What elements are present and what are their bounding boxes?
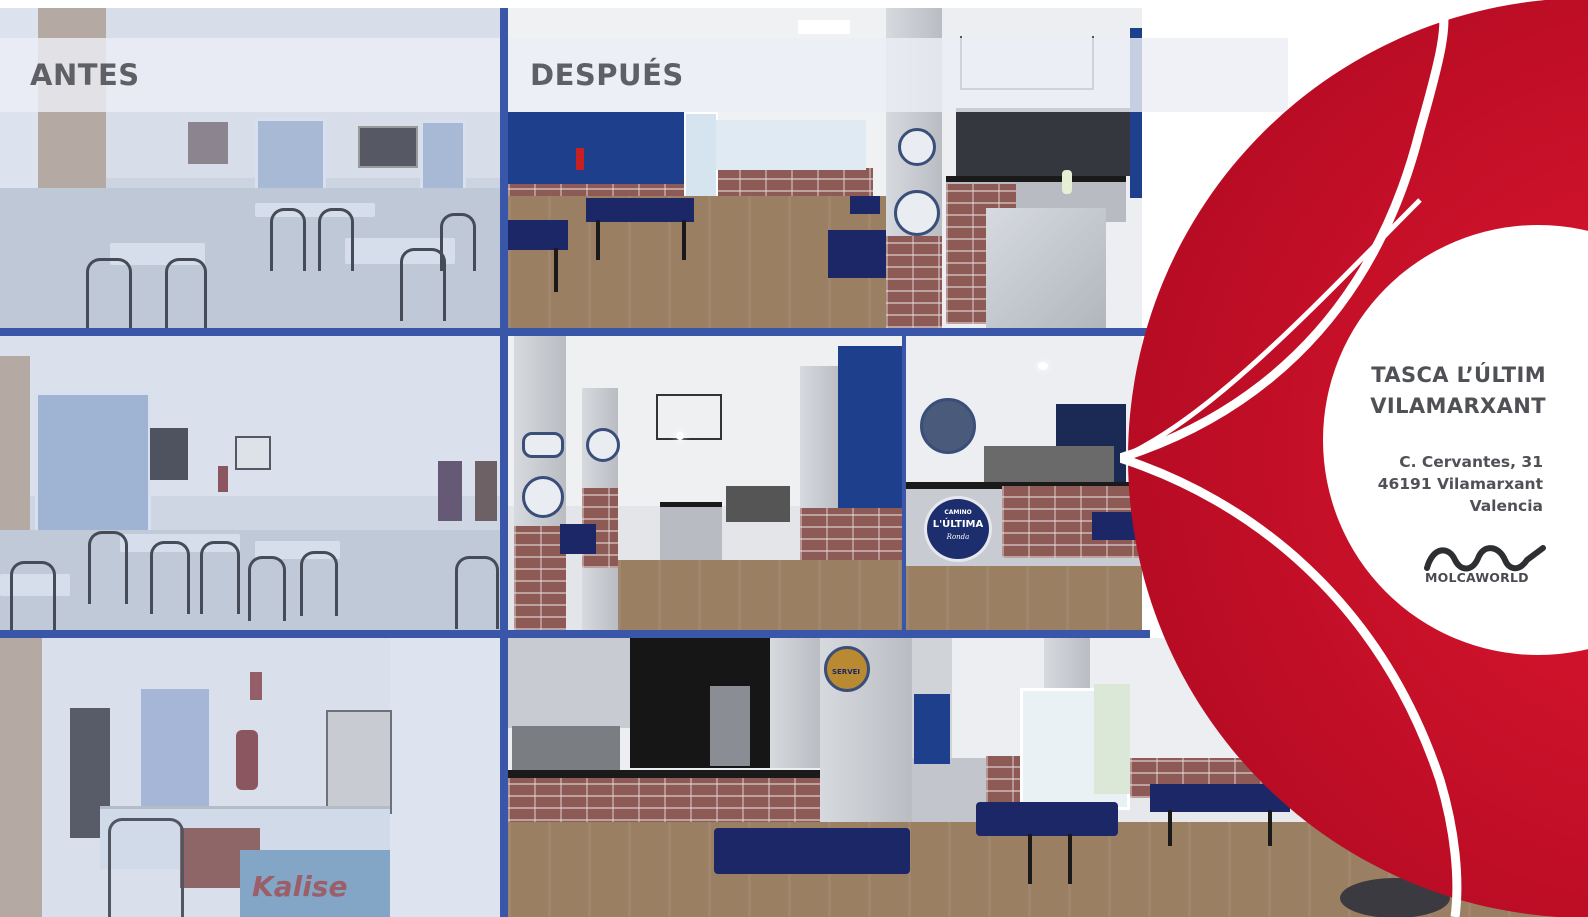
after-photo-bar-badge: CAMINO L'ÚLTIMA Ronda: [906, 336, 1142, 630]
bar-badge-logo: CAMINO L'ÚLTIMA Ronda: [924, 496, 992, 562]
venue-name-line1: TASCA L’ÚLTIM: [1371, 363, 1546, 387]
bar-badge-line2: L'ÚLTIMA: [932, 519, 984, 530]
before-photo-dining-2: [0, 336, 500, 630]
after-label: DESPUÉS: [530, 58, 684, 92]
before-label: ANTES: [30, 58, 140, 92]
address-line2: 46191 Vilamarxant: [1377, 475, 1543, 493]
bar-badge-line1: CAMINO: [944, 509, 972, 516]
molcaworld-logo-text: MOLCAWORLD: [1425, 570, 1529, 585]
ice-cream-sign: Kalise: [252, 870, 348, 903]
divider-vertical-mid: [902, 336, 906, 630]
after-photo-pillars-bar: [508, 336, 902, 630]
divider-horizontal-1: [0, 328, 1150, 336]
before-after-collage: Kalise CAMINO L'ÚLTIMA Ronda SERVEI ANTE…: [0, 0, 1588, 917]
divider-horizontal-2: [0, 630, 1150, 638]
bottom-sign: SERVEI: [831, 668, 861, 676]
brand-panel: TASCA L’ÚLTIM VILAMARXANT C. Cervantes, …: [1120, 0, 1588, 917]
before-photo-corner: Kalise: [0, 638, 500, 917]
venue-name-line2: VILAMARXANT: [1370, 394, 1546, 418]
bar-badge-line3: Ronda: [946, 533, 970, 541]
address-line1: C. Cervantes, 31: [1399, 453, 1543, 471]
address-line3: Valencia: [1469, 497, 1543, 515]
divider-vertical-main: [500, 8, 508, 917]
